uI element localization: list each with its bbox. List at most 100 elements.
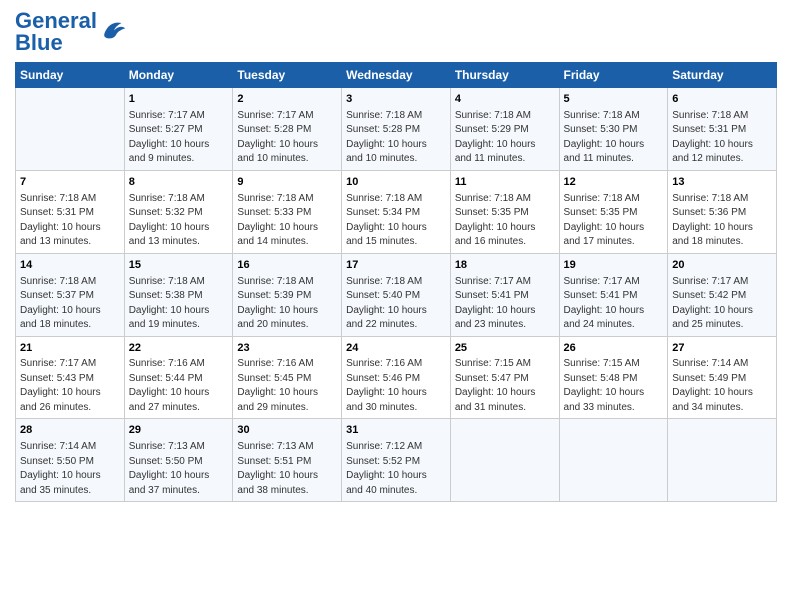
sunrise-text: Sunrise: 7:17 AM — [129, 110, 205, 121]
daylight-text: Daylight: 10 hours and 26 minutes. — [20, 387, 101, 413]
logo-bird-icon — [99, 17, 129, 47]
day-number: 21 — [20, 341, 120, 356]
daylight-text: Daylight: 10 hours and 27 minutes. — [129, 387, 210, 413]
sunrise-text: Sunrise: 7:18 AM — [346, 110, 422, 121]
weekday-header-tuesday: Tuesday — [233, 63, 342, 88]
logo-text: General Blue — [15, 10, 97, 54]
daylight-text: Daylight: 10 hours and 9 minutes. — [129, 139, 210, 165]
day-number: 31 — [346, 423, 446, 438]
day-cell: 7 Sunrise: 7:18 AM Sunset: 5:31 PM Dayli… — [16, 170, 125, 253]
day-cell: 9 Sunrise: 7:18 AM Sunset: 5:33 PM Dayli… — [233, 170, 342, 253]
sunset-text: Sunset: 5:31 PM — [672, 124, 746, 135]
day-cell: 10 Sunrise: 7:18 AM Sunset: 5:34 PM Dayl… — [342, 170, 451, 253]
weekday-header-thursday: Thursday — [450, 63, 559, 88]
day-number: 25 — [455, 341, 555, 356]
day-number: 24 — [346, 341, 446, 356]
sunset-text: Sunset: 5:50 PM — [129, 456, 203, 467]
sunrise-text: Sunrise: 7:17 AM — [237, 110, 313, 121]
sunrise-text: Sunrise: 7:18 AM — [20, 276, 96, 287]
sunset-text: Sunset: 5:51 PM — [237, 456, 311, 467]
day-number: 1 — [129, 92, 229, 107]
sunrise-text: Sunrise: 7:15 AM — [564, 358, 640, 369]
day-cell: 22 Sunrise: 7:16 AM Sunset: 5:44 PM Dayl… — [124, 336, 233, 419]
week-row-1: 1 Sunrise: 7:17 AM Sunset: 5:27 PM Dayli… — [16, 88, 777, 171]
day-cell: 30 Sunrise: 7:13 AM Sunset: 5:51 PM Dayl… — [233, 419, 342, 502]
sunrise-text: Sunrise: 7:18 AM — [672, 110, 748, 121]
day-cell: 21 Sunrise: 7:17 AM Sunset: 5:43 PM Dayl… — [16, 336, 125, 419]
sunset-text: Sunset: 5:34 PM — [346, 207, 420, 218]
calendar-table: SundayMondayTuesdayWednesdayThursdayFrid… — [15, 62, 777, 502]
sunrise-text: Sunrise: 7:13 AM — [237, 441, 313, 452]
sunset-text: Sunset: 5:41 PM — [564, 290, 638, 301]
sunrise-text: Sunrise: 7:18 AM — [455, 193, 531, 204]
sunrise-text: Sunrise: 7:18 AM — [564, 110, 640, 121]
sunset-text: Sunset: 5:35 PM — [455, 207, 529, 218]
daylight-text: Daylight: 10 hours and 20 minutes. — [237, 305, 318, 331]
day-cell: 27 Sunrise: 7:14 AM Sunset: 5:49 PM Dayl… — [668, 336, 777, 419]
daylight-text: Daylight: 10 hours and 40 minutes. — [346, 470, 427, 496]
sunrise-text: Sunrise: 7:15 AM — [455, 358, 531, 369]
sunset-text: Sunset: 5:29 PM — [455, 124, 529, 135]
day-number: 28 — [20, 423, 120, 438]
week-row-4: 21 Sunrise: 7:17 AM Sunset: 5:43 PM Dayl… — [16, 336, 777, 419]
day-cell: 20 Sunrise: 7:17 AM Sunset: 5:42 PM Dayl… — [668, 253, 777, 336]
daylight-text: Daylight: 10 hours and 17 minutes. — [564, 222, 645, 248]
day-cell: 24 Sunrise: 7:16 AM Sunset: 5:46 PM Dayl… — [342, 336, 451, 419]
sunset-text: Sunset: 5:45 PM — [237, 373, 311, 384]
day-number: 8 — [129, 175, 229, 190]
day-number: 10 — [346, 175, 446, 190]
sunset-text: Sunset: 5:49 PM — [672, 373, 746, 384]
main-container: General Blue SundayMondayTuesdayWednesda… — [0, 0, 792, 512]
sunset-text: Sunset: 5:30 PM — [564, 124, 638, 135]
week-row-2: 7 Sunrise: 7:18 AM Sunset: 5:31 PM Dayli… — [16, 170, 777, 253]
day-cell: 4 Sunrise: 7:18 AM Sunset: 5:29 PM Dayli… — [450, 88, 559, 171]
day-cell: 29 Sunrise: 7:13 AM Sunset: 5:50 PM Dayl… — [124, 419, 233, 502]
sunset-text: Sunset: 5:37 PM — [20, 290, 94, 301]
day-number: 23 — [237, 341, 337, 356]
daylight-text: Daylight: 10 hours and 10 minutes. — [237, 139, 318, 165]
day-number: 30 — [237, 423, 337, 438]
daylight-text: Daylight: 10 hours and 34 minutes. — [672, 387, 753, 413]
sunrise-text: Sunrise: 7:17 AM — [672, 276, 748, 287]
sunrise-text: Sunrise: 7:16 AM — [237, 358, 313, 369]
sunrise-text: Sunrise: 7:18 AM — [129, 193, 205, 204]
sunrise-text: Sunrise: 7:16 AM — [129, 358, 205, 369]
sunset-text: Sunset: 5:52 PM — [346, 456, 420, 467]
day-number: 3 — [346, 92, 446, 107]
sunrise-text: Sunrise: 7:13 AM — [129, 441, 205, 452]
day-cell: 5 Sunrise: 7:18 AM Sunset: 5:30 PM Dayli… — [559, 88, 668, 171]
day-number: 7 — [20, 175, 120, 190]
day-number: 16 — [237, 258, 337, 273]
weekday-header-saturday: Saturday — [668, 63, 777, 88]
sunrise-text: Sunrise: 7:14 AM — [672, 358, 748, 369]
day-number: 27 — [672, 341, 772, 356]
daylight-text: Daylight: 10 hours and 11 minutes. — [455, 139, 536, 165]
day-number: 22 — [129, 341, 229, 356]
week-row-5: 28 Sunrise: 7:14 AM Sunset: 5:50 PM Dayl… — [16, 419, 777, 502]
day-number: 26 — [564, 341, 664, 356]
sunrise-text: Sunrise: 7:18 AM — [455, 110, 531, 121]
sunset-text: Sunset: 5:40 PM — [346, 290, 420, 301]
day-cell: 19 Sunrise: 7:17 AM Sunset: 5:41 PM Dayl… — [559, 253, 668, 336]
sunset-text: Sunset: 5:42 PM — [672, 290, 746, 301]
week-row-3: 14 Sunrise: 7:18 AM Sunset: 5:37 PM Dayl… — [16, 253, 777, 336]
sunrise-text: Sunrise: 7:14 AM — [20, 441, 96, 452]
day-cell: 6 Sunrise: 7:18 AM Sunset: 5:31 PM Dayli… — [668, 88, 777, 171]
sunset-text: Sunset: 5:28 PM — [346, 124, 420, 135]
daylight-text: Daylight: 10 hours and 13 minutes. — [20, 222, 101, 248]
day-cell: 15 Sunrise: 7:18 AM Sunset: 5:38 PM Dayl… — [124, 253, 233, 336]
daylight-text: Daylight: 10 hours and 22 minutes. — [346, 305, 427, 331]
sunset-text: Sunset: 5:47 PM — [455, 373, 529, 384]
sunset-text: Sunset: 5:33 PM — [237, 207, 311, 218]
daylight-text: Daylight: 10 hours and 25 minutes. — [672, 305, 753, 331]
day-cell: 25 Sunrise: 7:15 AM Sunset: 5:47 PM Dayl… — [450, 336, 559, 419]
sunset-text: Sunset: 5:31 PM — [20, 207, 94, 218]
day-number: 13 — [672, 175, 772, 190]
daylight-text: Daylight: 10 hours and 19 minutes. — [129, 305, 210, 331]
weekday-header-wednesday: Wednesday — [342, 63, 451, 88]
day-number: 5 — [564, 92, 664, 107]
day-cell: 8 Sunrise: 7:18 AM Sunset: 5:32 PM Dayli… — [124, 170, 233, 253]
sunset-text: Sunset: 5:46 PM — [346, 373, 420, 384]
sunrise-text: Sunrise: 7:17 AM — [20, 358, 96, 369]
daylight-text: Daylight: 10 hours and 23 minutes. — [455, 305, 536, 331]
